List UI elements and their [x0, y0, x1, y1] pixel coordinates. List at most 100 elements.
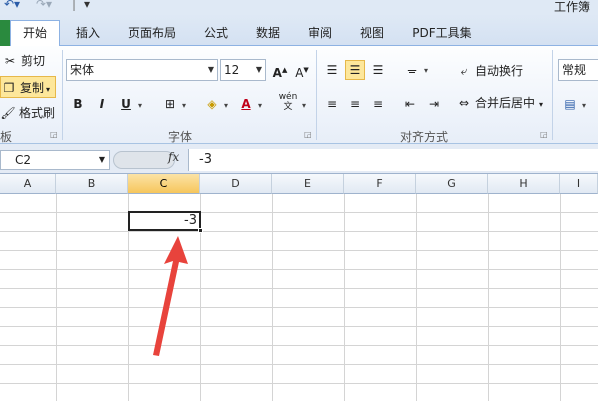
fill-handle[interactable] [198, 228, 203, 233]
formula-bar-resizer[interactable] [113, 151, 175, 169]
chevron-down-icon: ▼ [255, 65, 262, 74]
window-title: 工作簿 [553, 0, 590, 14]
align-top-icon[interactable]: ☰ [322, 60, 342, 80]
formula-bar: C2 ▼ fx -3 [0, 144, 598, 174]
font-launcher-icon[interactable]: ◲ [304, 130, 312, 139]
customize-toolbar-icon[interactable]: ▾ [84, 0, 90, 11]
gridline [0, 364, 598, 365]
number-format-select[interactable]: 常规 [558, 59, 598, 81]
ribbon-tabs: 开始 插入 页面布局 公式 数据 审阅 视图 PDF工具集 [0, 14, 598, 47]
column-header-d[interactable]: D [200, 174, 272, 194]
copy-icon: ❐ [3, 81, 15, 95]
column-header-c[interactable]: C [128, 174, 200, 194]
tab-formulas[interactable]: 公式 [192, 22, 240, 46]
column-header-i[interactable]: I [560, 174, 598, 194]
tab-insert[interactable]: 插入 [62, 22, 114, 46]
align-center-icon[interactable]: ≡ [345, 94, 365, 114]
gridline [0, 250, 598, 251]
border-icon[interactable]: ⊞ [160, 94, 180, 114]
name-box-value: C2 [15, 153, 32, 167]
copy-button[interactable]: ❐ 复制 ▾ [0, 76, 56, 98]
scissors-icon: ✂ [4, 54, 16, 68]
group-divider [62, 50, 63, 140]
undo-icon[interactable]: ↶▾ [4, 0, 20, 11]
clipboard-group-label: 板 [0, 130, 13, 144]
currency-icon[interactable]: ▤ [560, 94, 580, 114]
copy-label: 复制 [20, 81, 45, 95]
cut-button[interactable]: ✂ 剪切 [2, 50, 45, 72]
tab-data[interactable]: 数据 [244, 22, 292, 46]
phonetic-icon[interactable]: wén 文 [278, 92, 298, 112]
group-divider [316, 50, 317, 140]
annotation-arrow-icon [153, 236, 188, 356]
wrap-text-button[interactable]: ⤶ 自动换行 [456, 60, 523, 82]
redo-icon[interactable]: ↷▾ [36, 0, 52, 11]
column-header-a[interactable]: A [0, 174, 56, 194]
chevron-down-icon[interactable]: ▾ [224, 101, 228, 110]
column-header-b[interactable]: B [56, 174, 128, 194]
chevron-down-icon: ▼ [98, 155, 105, 164]
tab-page-layout[interactable]: 页面布局 [118, 22, 186, 46]
font-size-select[interactable]: 12 ▼ [220, 59, 266, 81]
italic-button[interactable]: I [92, 94, 112, 114]
column-header-e[interactable]: E [272, 174, 344, 194]
align-right-icon[interactable]: ≡ [368, 94, 388, 114]
number-format-value: 常规 [562, 63, 587, 77]
insert-function-icon[interactable]: fx [168, 150, 179, 164]
gridline [0, 212, 598, 213]
tab-home[interactable]: 开始 [10, 20, 60, 47]
font-size-value: 12 [224, 63, 240, 77]
file-tab[interactable] [0, 20, 10, 46]
chevron-down-icon[interactable]: ▾ [424, 66, 428, 75]
align-bottom-icon[interactable]: ☰ [368, 60, 388, 80]
tab-view[interactable]: 视图 [348, 22, 396, 46]
increase-indent-icon[interactable]: ⇥ [424, 94, 444, 114]
decrease-indent-icon[interactable]: ⇤ [400, 94, 420, 114]
gridline [272, 194, 273, 401]
column-header-h[interactable]: H [488, 174, 560, 194]
gridline [0, 231, 598, 232]
format-painter-label: 格式刷 [19, 106, 56, 120]
gridline [0, 307, 598, 308]
gridline [56, 194, 57, 401]
clipboard-launcher-icon[interactable]: ◲ [50, 130, 58, 139]
formula-input[interactable]: -3 [188, 149, 598, 171]
name-box[interactable]: C2 ▼ [0, 150, 110, 170]
bold-button[interactable]: B [68, 94, 88, 114]
chevron-down-icon[interactable]: ▾ [138, 101, 142, 110]
excel-window: ↶▾ ↷▾ | ▾ 工作簿 开始 插入 页面布局 公式 数据 审阅 视图 PDF… [0, 0, 598, 401]
gridline [0, 345, 598, 346]
tab-pdf-tools[interactable]: PDF工具集 [404, 22, 480, 46]
font-name-select[interactable]: 宋体 ▼ [66, 59, 218, 81]
brush-icon: 🖌 [0, 106, 16, 120]
font-color-icon[interactable]: A [236, 94, 256, 114]
separator-icon: | [72, 0, 77, 11]
cut-label: 剪切 [21, 54, 46, 68]
gridline [0, 288, 598, 289]
fill-color-icon[interactable]: ◈ [202, 94, 222, 114]
align-left-icon[interactable]: ≡ [322, 94, 342, 114]
chevron-down-icon[interactable]: ▾ [302, 101, 306, 110]
chevron-down-icon[interactable]: ▾ [582, 101, 586, 110]
column-header-f[interactable]: F [344, 174, 416, 194]
underline-button[interactable]: U [116, 94, 136, 114]
gridline [0, 269, 598, 270]
active-cell-c2[interactable]: -3 [128, 211, 201, 231]
group-divider [552, 50, 553, 140]
tab-review[interactable]: 审阅 [296, 22, 344, 46]
gridline [416, 194, 417, 401]
gridline [344, 194, 345, 401]
grow-font-icon[interactable]: A▲ [270, 60, 290, 80]
alignment-launcher-icon[interactable]: ◲ [540, 130, 548, 139]
chevron-down-icon[interactable]: ▾ [182, 101, 186, 110]
chevron-down-icon[interactable]: ▾ [258, 101, 262, 110]
column-header-g[interactable]: G [416, 174, 488, 194]
gridline [0, 326, 598, 327]
merge-icon: ⇔ [458, 96, 470, 110]
align-middle-icon[interactable]: ☰ [345, 60, 365, 80]
orientation-icon[interactable]: ᚚ [402, 60, 422, 80]
format-painter-button[interactable]: 🖌 格式刷 [0, 102, 55, 124]
shrink-font-icon[interactable]: A▼ [292, 60, 312, 80]
merge-center-button[interactable]: ⇔ 合并后居中 ▾ [456, 92, 543, 114]
worksheet-grid[interactable]: A B C D E F G H I -3 [0, 174, 598, 401]
